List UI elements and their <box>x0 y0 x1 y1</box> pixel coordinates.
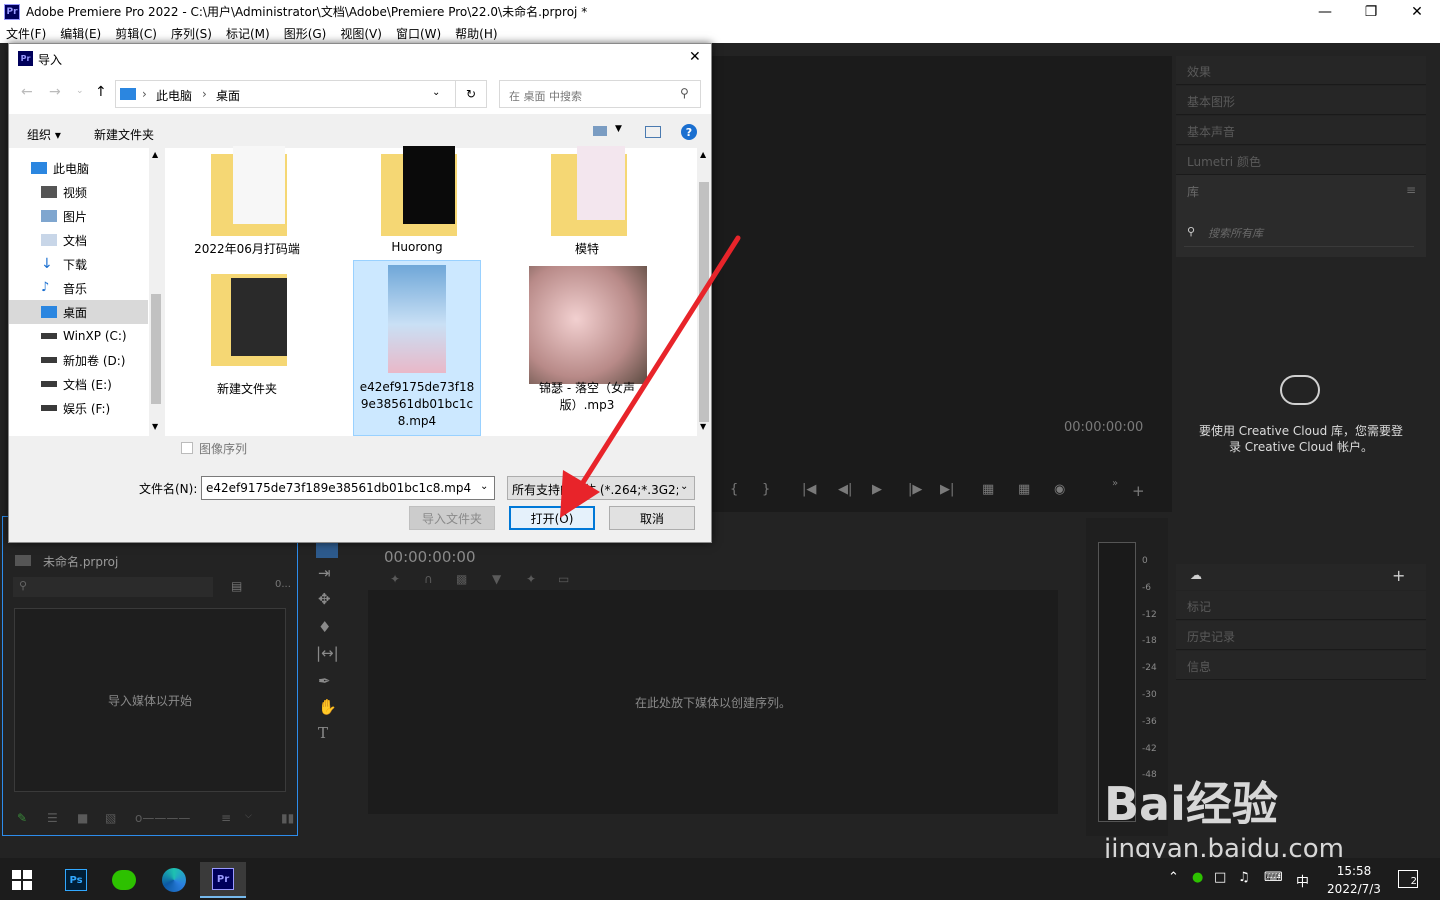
keyboard-icon[interactable]: ⌨ <box>1264 870 1283 885</box>
windows-logo-tile <box>12 870 21 879</box>
notification-count: 2 <box>1410 876 1417 887</box>
premiere-icon[interactable]: Pr <box>200 862 246 898</box>
photoshop-icon[interactable]: Ps <box>56 862 96 898</box>
wechat-tray-icon[interactable]: ● <box>1192 870 1203 885</box>
windows-logo-tile <box>23 870 32 879</box>
clock[interactable]: 15:58 2022/7/3 <box>1324 862 1384 898</box>
wechat-icon[interactable] <box>104 862 144 898</box>
volume-icon[interactable]: ♫ <box>1238 870 1250 885</box>
start-button[interactable] <box>12 870 34 890</box>
edge-icon[interactable] <box>154 862 194 898</box>
annotation-arrow <box>560 235 741 518</box>
windows-logo-tile <box>12 881 21 890</box>
windows-logo-tile <box>23 881 32 890</box>
clock-time: 15:58 <box>1336 864 1372 878</box>
tray-overflow-icon[interactable]: ⌃ <box>1168 870 1179 885</box>
clock-date: 2022/7/3 <box>1327 882 1381 896</box>
network-icon[interactable]: □ <box>1214 870 1226 885</box>
arrow-shaft <box>572 235 741 498</box>
watermark-brand: Bai经验 <box>1104 777 1278 831</box>
arrow-head <box>560 470 600 518</box>
system-tray: ⌃ ● □ ♫ ⌨ <box>1168 870 1298 890</box>
notification-center-icon[interactable]: 2 <box>1398 870 1418 888</box>
ime-indicator[interactable]: 中 <box>1296 871 1309 890</box>
